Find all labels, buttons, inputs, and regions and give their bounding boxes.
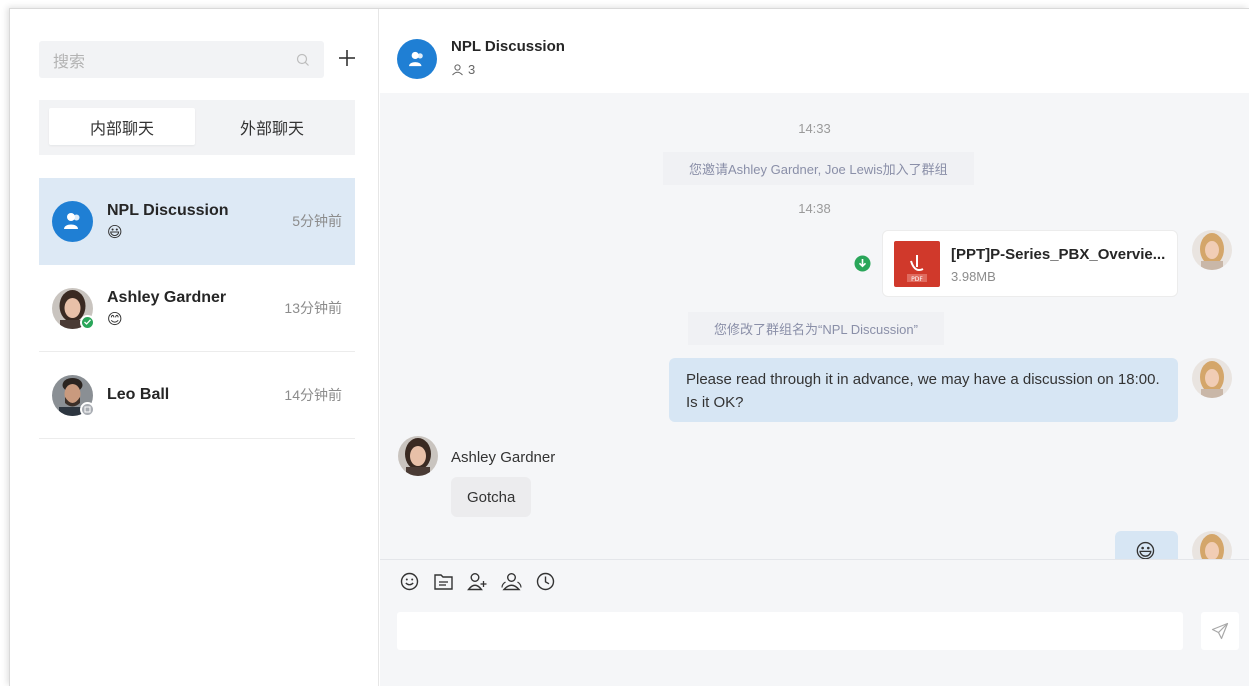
send-button[interactable] [1201, 612, 1239, 650]
add-member-button[interactable] [466, 571, 488, 593]
received-text-message[interactable]: Gotcha [451, 477, 532, 517]
conversation-item-npl-discussion[interactable]: NPL Discussion 😃 5分钟前 [39, 178, 355, 265]
sender-name: Ashley Gardner [451, 449, 556, 466]
sidebar: 搜索 内部聊天 外部聊天 NPL Discussion 😃 5分钟前 Ashle… [10, 9, 379, 686]
my-avatar [1192, 358, 1232, 398]
tab-internal-chat[interactable]: 内部聊天 [49, 108, 195, 145]
search-placeholder: 搜索 [53, 53, 86, 71]
history-button[interactable] [534, 571, 556, 593]
file-message[interactable]: PDF [PPT]P-Series_PBX_Overvie... 3.98MB [882, 230, 1178, 297]
system-message: 您邀请Ashley Gardner, Joe Lewis加入了群组 [663, 152, 974, 185]
conversation-name: Ashley Gardner [107, 288, 227, 306]
emoji-icon [400, 572, 418, 591]
plus-icon [339, 50, 355, 66]
file-name: [PPT]P-Series_PBX_Overvie... [951, 246, 1166, 263]
add-chat-button[interactable] [336, 45, 358, 71]
message-list[interactable]: 14:33 您邀请Ashley Gardner, Joe Lewis加入了群组 … [380, 93, 1249, 559]
add-member-icon [467, 573, 487, 591]
conversation-time: 14分钟前 [284, 387, 342, 403]
timestamp: 14:38 [798, 201, 831, 216]
timestamp: 14:33 [798, 121, 831, 136]
tab-external-chat[interactable]: 外部聊天 [199, 108, 345, 145]
sender-avatar[interactable] [398, 436, 438, 476]
chat-type-tabs: 内部聊天 外部聊天 [39, 100, 355, 155]
search-icon [296, 53, 309, 66]
group-icon [63, 213, 79, 229]
emoji-message[interactable]: 😃 [1115, 531, 1178, 559]
chat-panel: NPL Discussion 3 14:33 您邀请Ashley Gardner… [380, 9, 1249, 686]
members-icon [452, 63, 463, 75]
message-input[interactable] [397, 612, 1183, 650]
conversation-name: Leo Ball [107, 386, 170, 403]
file-size: 3.98MB [951, 269, 996, 284]
online-status-icon [80, 314, 95, 330]
conversation-name: NPL Discussion [107, 201, 229, 219]
offline-status-icon [80, 401, 95, 417]
composer-toolbar [380, 559, 1249, 603]
history-icon [536, 572, 554, 591]
group-members-button[interactable] [500, 571, 522, 593]
conversation-time: 13分钟前 [284, 300, 342, 316]
member-count-value: 3 [468, 62, 476, 77]
system-message: 您修改了群组名为“NPL Discussion” [688, 312, 944, 345]
my-avatar [1192, 531, 1232, 559]
emoji-button[interactable] [398, 571, 420, 593]
group-icon [409, 51, 423, 67]
conversation-meta: Ashley Gardner 😊 [107, 289, 284, 328]
conversation-meta: Leo Ball [107, 386, 284, 404]
file-button[interactable] [432, 571, 454, 593]
member-count[interactable]: 3 [451, 62, 475, 77]
members-icon [500, 573, 522, 591]
avatar [52, 374, 95, 417]
chat-header: NPL Discussion 3 [380, 9, 1249, 93]
conversation-time: 5分钟前 [292, 213, 342, 229]
my-avatar [1192, 230, 1232, 270]
conversation-meta: NPL Discussion 😃 [107, 202, 292, 241]
conversation-preview: 😊 [107, 310, 123, 328]
search-input[interactable]: 搜索 [39, 41, 324, 78]
send-icon [1211, 622, 1229, 640]
pdf-file-icon: PDF [894, 241, 940, 287]
chat-title: NPL Discussion [451, 38, 565, 55]
conversation-item-leo-ball[interactable]: Leo Ball 14分钟前 [39, 352, 355, 439]
group-avatar[interactable] [397, 39, 437, 79]
group-avatar [52, 200, 93, 242]
emoji-content: 😃 [1135, 541, 1156, 559]
avatar [52, 287, 95, 330]
conversation-preview: 😃 [107, 223, 123, 241]
conversation-item-ashley-gardner[interactable]: Ashley Gardner 😊 13分钟前 [39, 265, 355, 352]
file-icon [433, 574, 453, 590]
svg-text:PDF: PDF [911, 276, 923, 283]
download-icon[interactable] [854, 255, 871, 272]
my-text-message[interactable]: Please read through it in advance, we ma… [669, 358, 1178, 422]
